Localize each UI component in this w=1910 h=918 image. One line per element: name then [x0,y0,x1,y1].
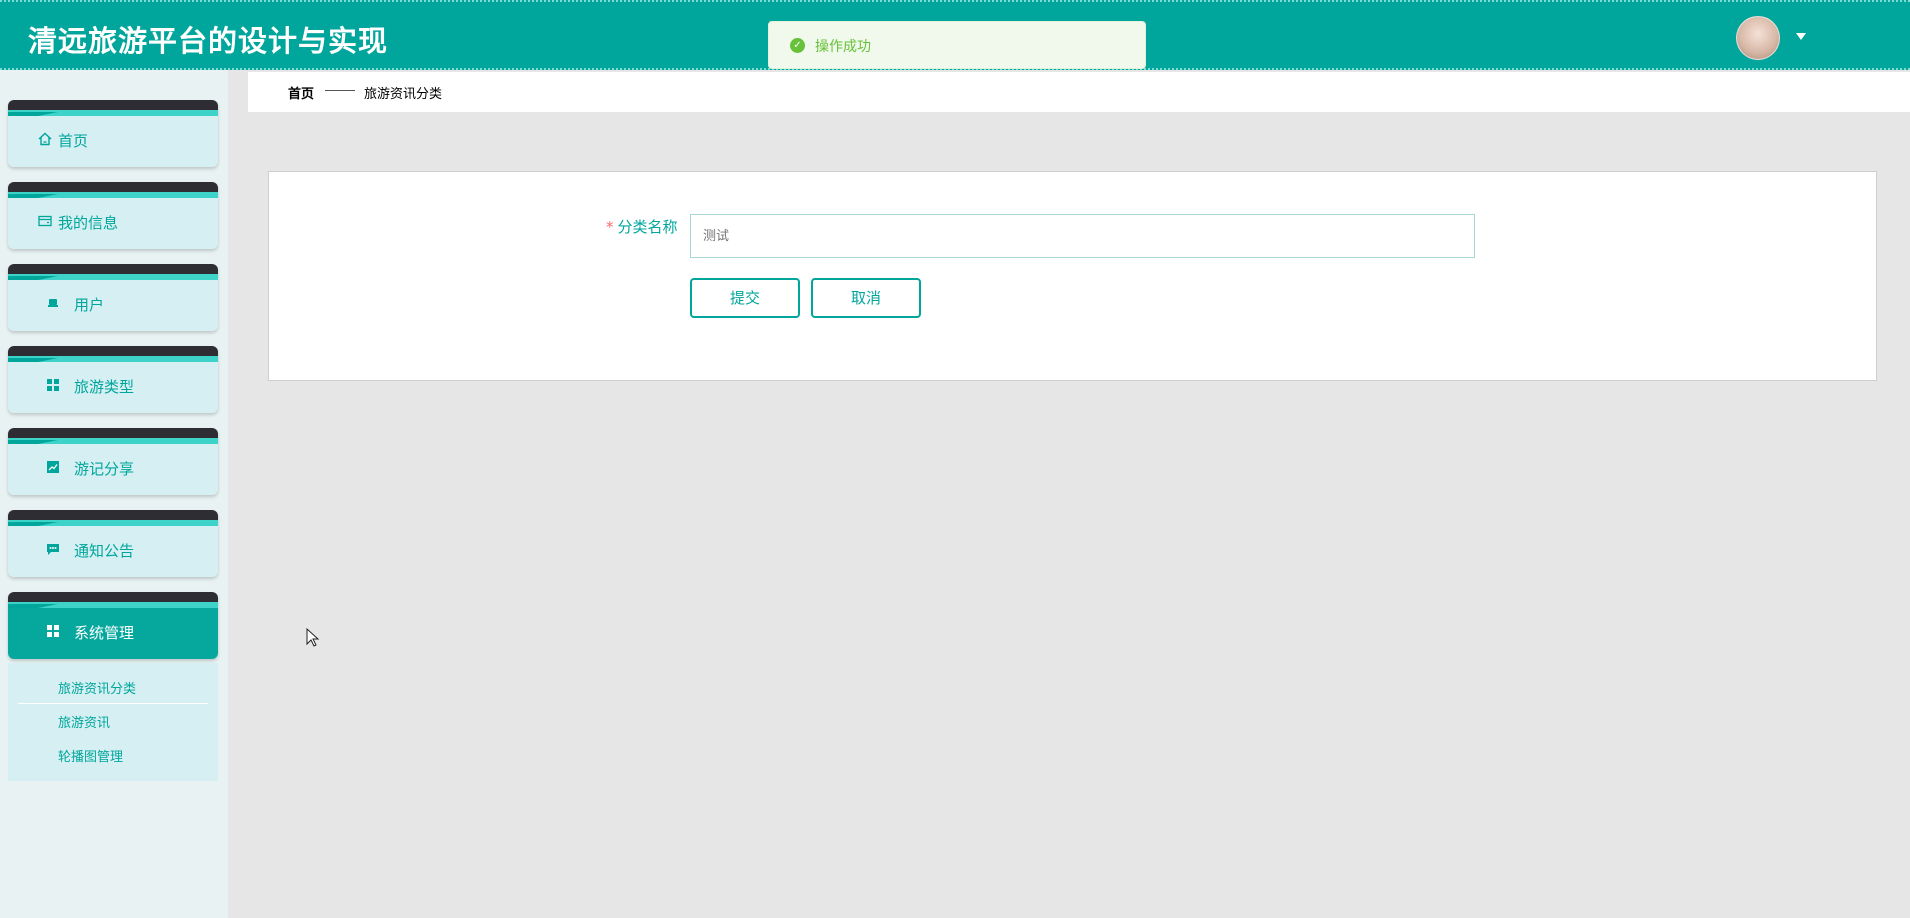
home-icon [38,132,52,146]
sidebar-item-label: 首页 [58,132,89,150]
toast-message: 操作成功 [815,39,871,55]
sidebar-item-label: 用户 [74,296,105,314]
grid-icon [46,378,60,392]
breadcrumb-current: 旅游资讯分类 [364,87,443,102]
breadcrumb: 首页 旅游资讯分类 [248,72,1910,112]
category-name-label-text: 分类名称 [617,218,678,236]
sidebar-item-label: 游记分享 [74,460,135,478]
message-icon [46,542,60,556]
chart-icon [46,460,60,474]
sidebar-item-label: 我的信息 [58,214,119,232]
chevron-down-icon[interactable] [1796,33,1806,40]
success-toast: ✓ 操作成功 [768,21,1146,69]
app-title: 清远旅游平台的设计与实现 [28,24,389,58]
sidebar-item-travel-types[interactable]: 旅游类型 [8,346,218,413]
sidebar-item-travel-notes[interactable]: 游记分享 [8,428,218,495]
sidebar-item-label: 通知公告 [74,542,135,560]
category-name-label: * 分类名称 [606,216,678,237]
submenu-item-travel-news[interactable]: 旅游资讯 [58,712,110,731]
card-icon [38,214,52,228]
breadcrumb-separator [325,90,355,91]
sidebar-item-users[interactable]: 用户 [8,264,218,331]
sidebar-item-label: 系统管理 [74,624,135,642]
sidebar-item-my-info[interactable]: 我的信息 [8,182,218,249]
breadcrumb-home[interactable]: 首页 [288,83,314,102]
avatar[interactable] [1736,16,1780,60]
submenu-divider [18,703,208,704]
sidebar-item-label: 旅游类型 [74,378,135,396]
required-mark: * [606,218,614,236]
seat-icon [46,296,60,310]
grid-icon [46,624,60,638]
submenu: 旅游资讯分类 旅游资讯 轮播图管理 [8,663,218,781]
form-panel [268,171,1877,381]
check-circle-icon: ✓ [790,38,805,53]
top-header: 清远旅游平台的设计与实现 ✓ 操作成功 [0,0,1910,70]
sidebar-item-notices[interactable]: 通知公告 [8,510,218,577]
sidebar-item-system-management[interactable]: 系统管理 [8,592,218,659]
cancel-button[interactable]: 取消 [811,278,921,318]
submit-button[interactable]: 提交 [690,278,800,318]
submenu-item-travel-news-category[interactable]: 旅游资讯分类 [58,678,136,697]
category-name-input[interactable] [690,214,1475,258]
sidebar-item-home[interactable]: 首页 [8,100,218,167]
submenu-item-carousel-management[interactable]: 轮播图管理 [58,746,123,765]
mouse-cursor-icon [306,627,320,652]
